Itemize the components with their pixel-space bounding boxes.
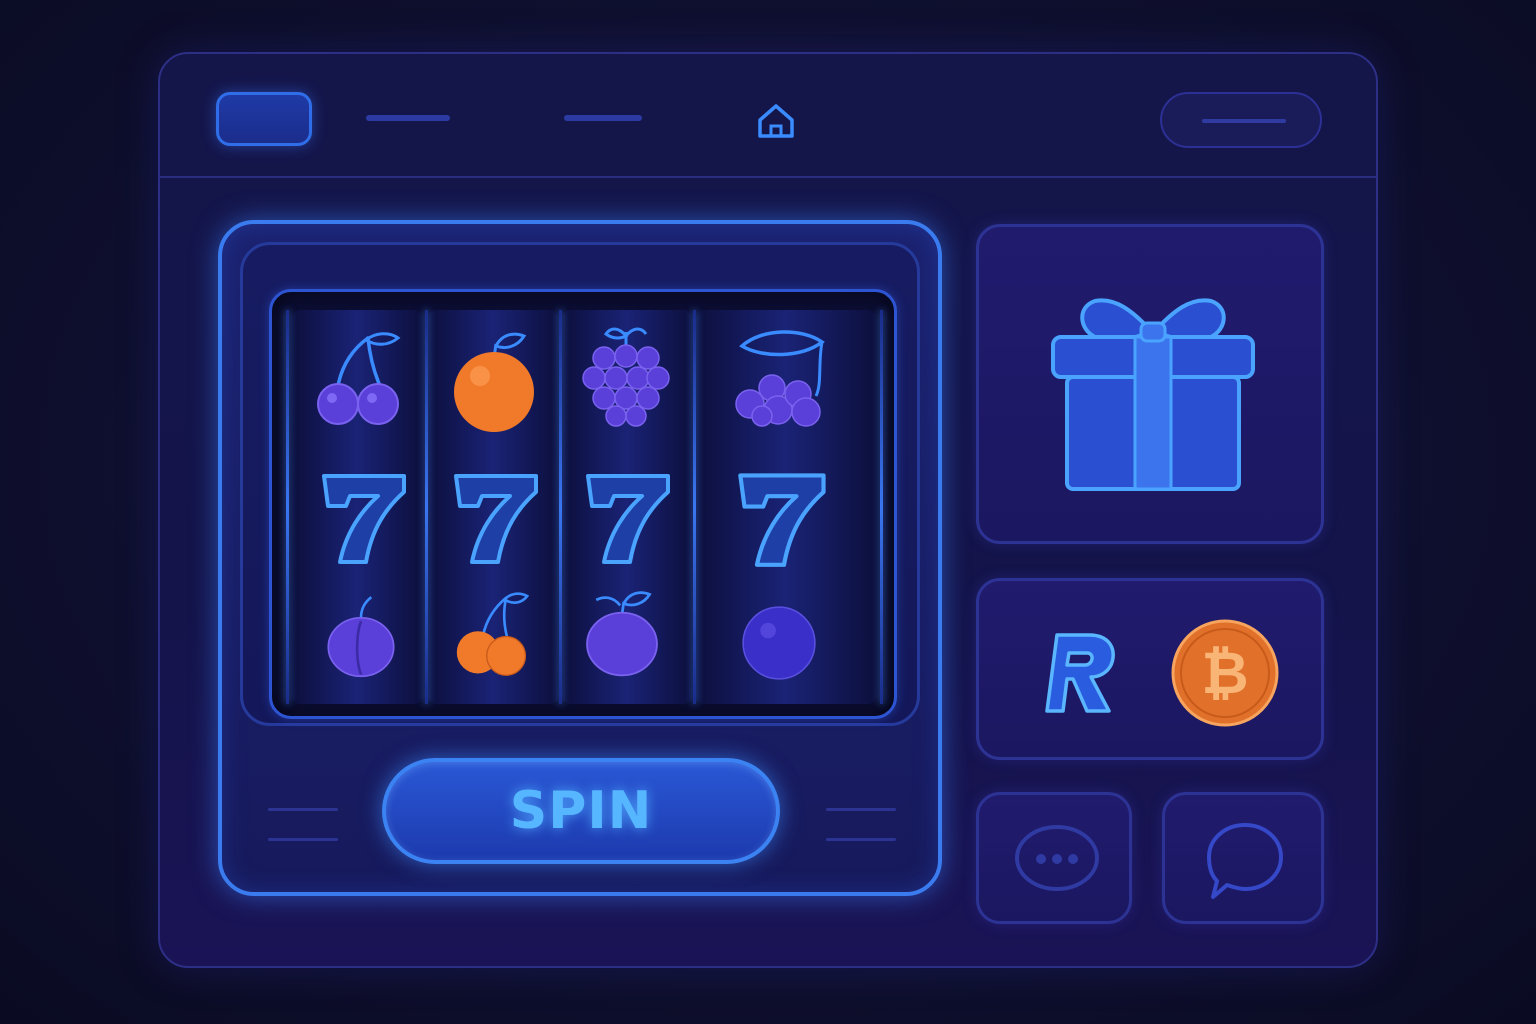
revolut-icon[interactable] [1029,625,1121,717]
seven-icon [448,466,548,566]
reel-frame [240,242,920,726]
grapes-icon [576,324,676,427]
menu-button[interactable] [216,92,312,146]
reel-divider [286,310,289,704]
app-window: SPIN ₿ [158,52,1378,968]
bonus-gift-card[interactable] [976,224,1324,544]
reel-divider [559,310,562,704]
divider [826,808,896,811]
reel-divider [425,310,428,704]
seven-icon [580,466,680,566]
reel-window [269,289,897,719]
divider [268,838,338,841]
divider [826,838,896,841]
seven-icon [316,466,416,566]
chat-button[interactable] [976,792,1132,924]
top-navigation-bar [160,54,1376,178]
gift-icon [1037,271,1269,501]
berry-icon [740,604,818,682]
plum-icon [318,590,404,680]
spin-button[interactable]: SPIN [382,758,780,864]
account-button[interactable] [1160,92,1322,148]
divider [268,808,338,811]
nav-link-1[interactable] [366,115,450,121]
orange-cherries-icon [448,586,536,680]
chat-icon [1015,823,1099,893]
cherries-icon [308,324,408,425]
reel-divider [693,310,696,704]
seven-icon [732,464,836,570]
svg-text:₿: ₿ [1201,639,1248,707]
home-icon[interactable] [754,98,798,142]
cherries-grapes-icon [732,324,832,427]
nav-link-2[interactable] [564,115,642,121]
plum-icon [576,586,668,680]
orange-icon [444,328,544,432]
payment-methods-card: ₿ [976,578,1324,760]
support-chat-button[interactable] [1162,792,1324,924]
support-chat-icon [1203,819,1287,903]
account-label [1202,119,1286,123]
reel-divider [880,310,883,704]
slot-machine: SPIN [218,220,942,896]
bitcoin-icon[interactable]: ₿ [1169,617,1281,729]
